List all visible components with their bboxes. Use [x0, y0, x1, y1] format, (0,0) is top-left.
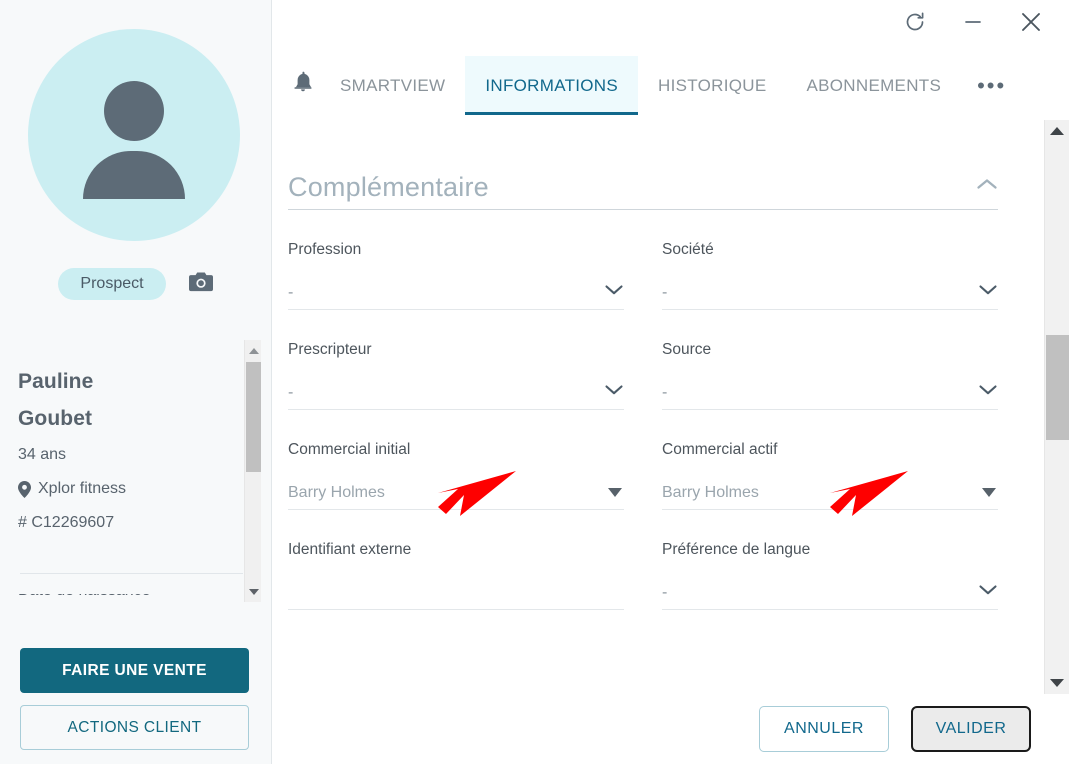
field-preference-langue-label: Préférence de langue [662, 541, 811, 558]
refresh-icon [906, 12, 924, 31]
map-pin-icon [18, 480, 31, 498]
client-age: 34 ans [18, 446, 67, 463]
field-societe-label: Société [662, 241, 714, 258]
tab-historique[interactable]: HISTORIQUE [638, 56, 786, 115]
avatar-body-shape [83, 151, 185, 199]
minimize-button[interactable] [957, 6, 989, 38]
chevron-down-icon [978, 583, 998, 601]
client-last-name: Goubet [18, 407, 93, 430]
tab-smartview-label: SMARTVIEW [340, 75, 446, 95]
field-prescripteur-value: - [288, 384, 294, 401]
sidebar-scrollbar[interactable] [244, 340, 261, 602]
field-profession-select[interactable]: - [288, 270, 624, 310]
client-location-label: Xplor fitness [38, 480, 127, 497]
person-avatar-icon [28, 29, 240, 241]
field-preference-langue-value: - [662, 584, 668, 601]
client-sidebar: Prospect Pauline Goubet 34 ans Xplor fit… [0, 0, 272, 764]
client-first-name: Pauline [18, 370, 94, 393]
tab-smartview[interactable]: SMARTVIEW [320, 56, 465, 115]
tab-informations-label: INFORMATIONS [485, 75, 619, 95]
field-prescripteur-select[interactable]: - [288, 370, 624, 410]
field-commercial-initial-value: Barry Holmes [288, 484, 385, 501]
chevron-down-icon [978, 383, 998, 401]
chevron-up-icon[interactable] [976, 177, 998, 196]
avatar-head-shape [104, 81, 164, 141]
field-societe-value: - [662, 284, 668, 301]
field-source-select[interactable]: - [662, 370, 998, 410]
field-source-value: - [662, 384, 668, 401]
chevron-down-icon [604, 383, 624, 401]
sidebar-scroll-thumb[interactable] [246, 362, 261, 472]
minimize-icon [965, 21, 981, 23]
close-button[interactable] [1015, 6, 1047, 38]
status-badge: Prospect [58, 268, 166, 300]
field-identifiant-externe-label: Identifiant externe [288, 541, 412, 558]
field-source: Source - [662, 310, 998, 410]
section-title: Complémentaire [288, 172, 489, 202]
field-commercial-initial: Commercial initial Barry Holmes [288, 410, 624, 510]
main-panel: SMARTVIEW INFORMATIONS HISTORIQUE ABONNE… [272, 0, 1069, 764]
field-commercial-actif-label: Commercial actif [662, 441, 778, 458]
bell-icon[interactable] [286, 65, 320, 99]
tab-informations[interactable]: INFORMATIONS [465, 56, 639, 115]
main-scroll-down-button[interactable] [1045, 672, 1069, 694]
field-identifiant-externe: Identifiant externe [288, 510, 624, 610]
sidebar-scroll-up-button[interactable] [245, 342, 262, 359]
camera-icon[interactable] [188, 271, 214, 298]
tab-bar: SMARTVIEW INFORMATIONS HISTORIQUE ABONNE… [272, 56, 1069, 118]
field-preference-langue: Préférence de langue - [662, 510, 998, 610]
chevron-down-icon [604, 283, 624, 301]
triangle-up-icon [1050, 127, 1064, 135]
make-sale-button[interactable]: FAIRE UNE VENTE [20, 648, 249, 693]
window-controls [899, 6, 1047, 38]
field-prescripteur: Prescripteur - [288, 310, 624, 410]
section-header-complementaire[interactable]: Complémentaire [288, 172, 998, 210]
field-commercial-initial-label: Commercial initial [288, 441, 411, 458]
cancel-button[interactable]: ANNULER [759, 706, 889, 752]
validate-button[interactable]: VALIDER [911, 706, 1031, 752]
form-scroll-area: Complémentaire Profession - Société - Pr… [272, 120, 1044, 694]
application-window: Prospect Pauline Goubet 34 ans Xplor fit… [0, 0, 1069, 764]
field-profession-label: Profession [288, 241, 362, 258]
field-prescripteur-label: Prescripteur [288, 341, 372, 358]
main-scrollbar[interactable] [1044, 120, 1069, 694]
main-scroll-thumb[interactable] [1046, 335, 1069, 440]
triangle-down-icon [248, 588, 259, 595]
sidebar-divider [20, 573, 243, 574]
triangle-down-icon [982, 488, 996, 497]
field-commercial-actif-value: Barry Holmes [662, 484, 759, 501]
avatar [28, 22, 240, 248]
form-grid: Profession - Société - Prescripteur - So… [288, 210, 998, 610]
close-icon [1022, 13, 1040, 31]
badge-row: Prospect [0, 268, 272, 300]
field-societe: Société - [662, 210, 998, 310]
client-location: Xplor fitness [18, 479, 233, 499]
triangle-up-icon [248, 347, 259, 354]
triangle-down-icon [608, 488, 622, 497]
tab-abonnements[interactable]: ABONNEMENTS [787, 56, 962, 115]
field-profession: Profession - [288, 210, 624, 310]
field-commercial-initial-dropdown[interactable]: Barry Holmes [288, 470, 624, 510]
sidebar-scroll-down-button[interactable] [245, 583, 262, 600]
sidebar-action-buttons: FAIRE UNE VENTE ACTIONS CLIENT [20, 648, 249, 750]
client-actions-button[interactable]: ACTIONS CLIENT [20, 705, 249, 750]
field-commercial-actif: Commercial actif Barry Holmes [662, 410, 998, 510]
tab-historique-label: HISTORIQUE [658, 75, 767, 95]
sidebar-clipped-row: Date de naissance [18, 594, 243, 612]
field-source-label: Source [662, 341, 712, 358]
field-profession-value: - [288, 284, 294, 301]
field-identifiant-externe-input[interactable] [288, 570, 624, 610]
chevron-down-icon [978, 283, 998, 301]
client-identity: Pauline Goubet 34 ans Xplor fitness # C1… [18, 363, 233, 533]
tab-abonnements-label: ABONNEMENTS [806, 75, 942, 95]
field-commercial-actif-dropdown[interactable]: Barry Holmes [662, 470, 998, 510]
triangle-down-icon [1050, 679, 1064, 687]
field-societe-select[interactable]: - [662, 270, 998, 310]
dialog-footer: ANNULER VALIDER [272, 694, 1069, 764]
refresh-button[interactable] [899, 6, 931, 38]
field-preference-langue-select[interactable]: - [662, 570, 998, 610]
tab-overflow-menu[interactable]: ••• [961, 56, 1022, 115]
client-reference: # C12269607 [18, 514, 115, 531]
main-scroll-up-button[interactable] [1045, 120, 1069, 142]
